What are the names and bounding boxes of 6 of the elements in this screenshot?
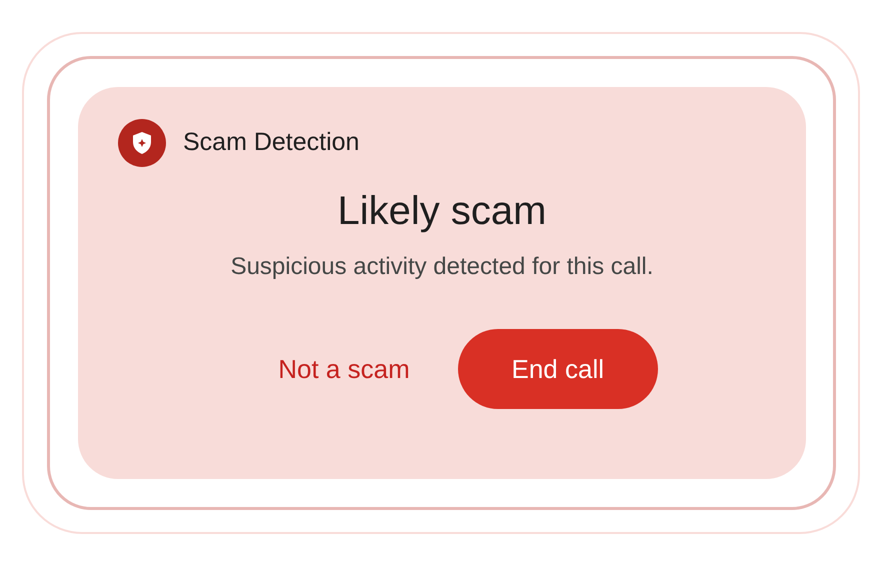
alert-message: Suspicious activity detected for this call.	[230, 252, 654, 282]
dismiss-button[interactable]: Not a scam	[270, 329, 418, 409]
app-title: Scam Detection	[183, 127, 360, 158]
end-call-button[interactable]: End call	[458, 329, 658, 409]
alert-heading: Likely scam	[338, 188, 546, 235]
shield-icon	[118, 119, 166, 167]
